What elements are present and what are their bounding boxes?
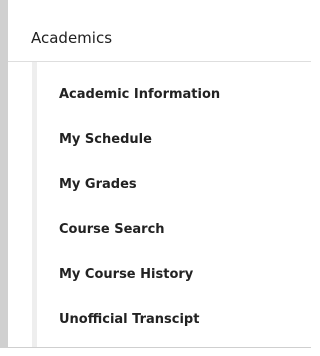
academics-section-header[interactable]: Academics: [8, 0, 311, 61]
my-course-history-link[interactable]: My Course History: [59, 267, 193, 283]
academic-information-link[interactable]: Academic Information: [59, 87, 220, 103]
menu-item-course-search[interactable]: Course Search: [8, 214, 311, 250]
menu-item-academic-information[interactable]: Academic Information: [8, 79, 311, 115]
my-schedule-link[interactable]: My Schedule: [59, 132, 152, 148]
section-title: Academics: [31, 29, 113, 47]
menu-item-my-grades[interactable]: My Grades: [8, 169, 311, 205]
my-grades-link[interactable]: My Grades: [59, 177, 137, 193]
academics-menu-panel: Academics Academic Information My Schedu…: [0, 0, 311, 356]
left-accent-rail: [0, 0, 8, 348]
unofficial-transcript-link[interactable]: Unofficial Transcipt: [59, 312, 199, 328]
menu-item-my-course-history[interactable]: My Course History: [8, 259, 311, 295]
academics-submenu: Academic Information My Schedule My Grad…: [8, 61, 311, 348]
menu-item-my-schedule[interactable]: My Schedule: [8, 124, 311, 160]
course-search-link[interactable]: Course Search: [59, 222, 165, 238]
menu-item-unofficial-transcript[interactable]: Unofficial Transcipt: [8, 304, 311, 340]
